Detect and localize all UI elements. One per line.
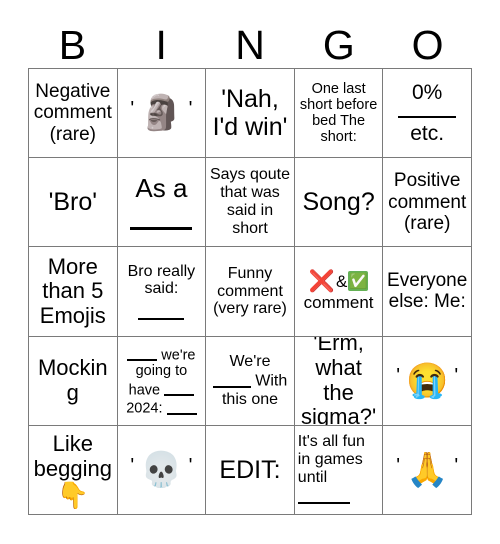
text-with-emoji: Like begging 👇 <box>32 431 114 510</box>
cell-text-3: this one <box>221 390 279 408</box>
blank-line <box>127 345 158 362</box>
blank-line <box>164 380 195 397</box>
quote-close: ' <box>188 454 193 477</box>
bingo-cell-r1c5[interactable]: 0% etc. <box>383 69 472 159</box>
bingo-cell-r5c5[interactable]: ' 🙏 ' <box>383 425 472 515</box>
moai-icon: 🗿 <box>140 94 183 133</box>
quoted-emoji: ' 💀 ' <box>121 453 203 487</box>
bingo-header: B I N G O <box>28 22 472 68</box>
cell-text: Mocking <box>37 355 108 405</box>
cell-text: EDIT: <box>219 455 281 484</box>
quote-close: ' <box>454 454 459 477</box>
bingo-cell-r5c1[interactable]: Like begging 👇 <box>29 425 118 515</box>
blank-line <box>297 486 350 505</box>
skull-icon: 💀 <box>140 450 183 489</box>
blank-line <box>130 226 193 230</box>
bingo-cell-r3c2[interactable]: Bro really said: <box>117 247 207 337</box>
cell-text: Negative comment (rare) <box>33 81 112 145</box>
bingo-cell-r3c4[interactable]: ❌ & ✅ comment <box>294 247 384 337</box>
cell-text: Funny comment (very rare) <box>213 264 287 318</box>
bingo-cell-r4c2[interactable]: we're going to have 2024: <box>117 336 207 426</box>
cell-text: Like begging <box>33 431 112 481</box>
blank-line <box>212 370 251 389</box>
cell-text: More than 5 Emojis <box>39 253 106 328</box>
quote-open: ' <box>130 454 135 477</box>
fill-in-the-blank-text: we're going to have 2024: <box>121 345 203 417</box>
check-mark-icon: ✅ <box>348 271 369 292</box>
bingo-cell-r4c1[interactable]: Mocking <box>29 336 118 426</box>
cell-text: We're <box>229 352 271 370</box>
cell-text: 'Bro' <box>48 188 98 217</box>
cell-text: As a <box>135 172 188 203</box>
blank-line <box>166 398 197 415</box>
folded-hands-icon: 🙏 <box>406 450 449 489</box>
backhand-index-pointing-down-icon: 👇 <box>56 479 89 510</box>
cell-text: 'Nah, I'd win' <box>212 85 288 142</box>
bingo-cell-r1c1[interactable]: Negative comment (rare) <box>29 69 118 159</box>
text-with-blank: As a <box>121 175 203 230</box>
bingo-letter-b: B <box>58 21 87 68</box>
cross-mark-icon: ❌ <box>308 269 335 293</box>
loudly-crying-face-icon: 😭 <box>406 361 449 400</box>
fraction-bar <box>398 115 457 118</box>
cell-text: It's all fun in games until <box>297 432 365 486</box>
quote-close: ' <box>454 365 459 388</box>
fill-in-the-blank-text: We're With this one <box>209 353 291 409</box>
bingo-cell-r1c3[interactable]: 'Nah, I'd win' <box>206 69 295 159</box>
cross-and-check-layout: ❌ & ✅ comment <box>298 271 380 312</box>
bingo-cell-r4c3[interactable]: We're With this one <box>206 336 295 426</box>
bingo-cell-r2c5[interactable]: Positive comment (rare) <box>383 158 472 248</box>
bingo-cell-r4c5[interactable]: ' 😭 ' <box>383 336 472 426</box>
bingo-letter-n: N <box>235 21 265 68</box>
fraction-numerator: 0% <box>412 81 443 105</box>
cell-text: Positive comment (rare) <box>388 170 467 234</box>
bingo-cell-r2c4[interactable]: Song? <box>294 158 384 248</box>
bingo-cell-r1c2[interactable]: ' 🗿 ' <box>117 69 207 159</box>
bingo-cell-r3c3[interactable]: Funny comment (very rare) <box>206 247 295 337</box>
cell-text: One last short before bed The short: <box>299 80 378 146</box>
cell-text: comment <box>303 292 374 312</box>
cell-text: Song? <box>302 188 375 217</box>
fill-in-the-blank-text: It's all fun in games until <box>297 432 380 507</box>
bingo-letter-o: O <box>411 21 444 68</box>
bingo-grid: Negative comment (rare) ' 🗿 ' 'Nah, I'd … <box>28 68 472 515</box>
fraction-layout: 0% etc. <box>386 81 468 145</box>
bingo-letter-i: I <box>155 21 167 68</box>
cell-text: Bro really said: <box>127 262 196 298</box>
bingo-cell-r5c4[interactable]: It's all fun in games until <box>294 425 384 515</box>
bingo-card: B I N G O Negative comment (rare) ' 🗿 ' … <box>0 0 500 544</box>
cell-text: Says qoute that was said in short <box>209 166 291 238</box>
bingo-cell-r3c5[interactable]: Everyone else: Me: <box>383 247 472 337</box>
quoted-emoji: ' 🙏 ' <box>386 453 468 487</box>
cell-text-2: 2024: <box>126 400 163 417</box>
bingo-letter-g: G <box>322 21 355 68</box>
cell-text: 'Erm, what the sigma?' <box>301 336 377 426</box>
blank-line <box>138 302 185 321</box>
bingo-cell-r2c2[interactable]: As a <box>117 158 207 248</box>
quoted-emoji: ' 😭 ' <box>386 364 468 398</box>
bingo-cell-r5c2[interactable]: ' 💀 ' <box>117 425 207 515</box>
quoted-emoji: ' 🗿 ' <box>121 96 203 130</box>
quote-close: ' <box>188 97 193 120</box>
text-with-blank: Bro really said: <box>121 263 203 321</box>
quote-open: ' <box>396 365 401 388</box>
fraction-denominator: etc. <box>410 121 445 145</box>
ampersand: & <box>336 271 348 291</box>
quote-open: ' <box>396 454 401 477</box>
bingo-cell-r2c3[interactable]: Says qoute that was said in short <box>206 158 295 248</box>
quote-open: ' <box>130 97 135 120</box>
bingo-cell-r2c1[interactable]: 'Bro' <box>29 158 118 248</box>
bingo-cell-r5c3[interactable]: EDIT: <box>206 425 295 515</box>
bingo-cell-r3c1[interactable]: More than 5 Emojis <box>29 247 118 337</box>
cell-text-2: With <box>255 373 288 391</box>
bingo-cell-r1c4[interactable]: One last short before bed The short: <box>294 69 384 159</box>
cell-text: Everyone else: Me: <box>387 270 468 313</box>
bingo-cell-r4c4[interactable]: 'Erm, what the sigma?' <box>294 336 384 426</box>
